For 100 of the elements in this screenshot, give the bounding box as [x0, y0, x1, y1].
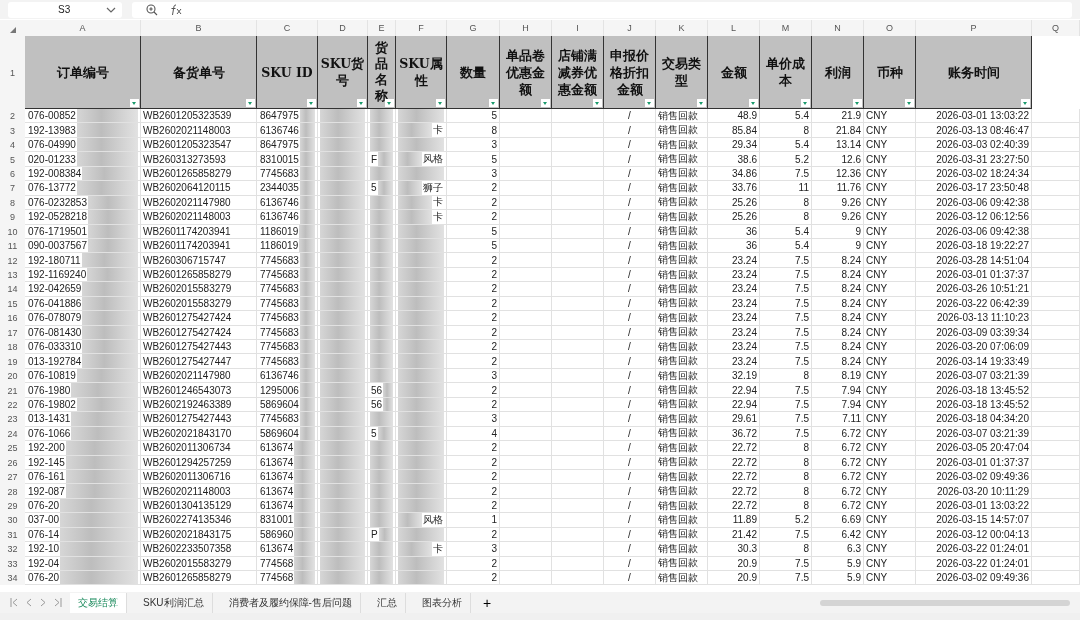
table-cell: 销售回款 — [658, 210, 698, 224]
blurred-area — [71, 383, 138, 397]
filter-button[interactable] — [130, 99, 139, 107]
add-sheet-button[interactable]: + — [478, 594, 496, 611]
first-sheet-icon[interactable] — [10, 598, 18, 608]
name-box[interactable]: S3 — [8, 1, 122, 18]
next-sheet-icon[interactable] — [40, 598, 46, 608]
row-number[interactable]: 28 — [0, 484, 25, 499]
table-cell: 613674 — [259, 500, 295, 512]
sheet-tab[interactable]: 交易结算 — [70, 592, 127, 613]
table-cell: 7745683 — [259, 167, 300, 179]
filter-button[interactable] — [697, 99, 706, 107]
table-cell: 2026-03-06 09:42:38 — [936, 225, 1029, 237]
row-number[interactable]: 5 — [0, 152, 25, 167]
filter-button[interactable] — [307, 99, 316, 107]
table-cell: 7.5 — [795, 254, 809, 266]
blurred-area — [370, 340, 393, 354]
row-number[interactable]: 18 — [0, 340, 25, 355]
table-cell: 5 — [491, 225, 497, 237]
table-cell: 2026-03-13 08:46:47 — [936, 124, 1029, 136]
blurred-area — [299, 109, 315, 123]
filter-button[interactable] — [246, 99, 255, 107]
table-cell: 销售回款 — [658, 123, 698, 137]
blurred-area — [320, 354, 365, 368]
filter-button[interactable] — [541, 99, 550, 107]
table-cell: CNY — [866, 326, 888, 338]
table-cell: 11 — [798, 182, 809, 194]
filter-button[interactable] — [436, 99, 445, 107]
blurred-area — [398, 354, 444, 368]
function-icon[interactable] — [170, 3, 184, 16]
sheet-tab[interactable]: SKU利润汇总 — [135, 592, 213, 613]
table-cell: 销售回款 — [658, 354, 698, 368]
row-number[interactable]: 30 — [0, 513, 25, 528]
row-number[interactable]: 19 — [0, 354, 25, 369]
table-cell: 56 — [370, 384, 384, 396]
table-cell: 销售回款 — [658, 397, 698, 412]
table-cell: 25.26 — [731, 211, 757, 223]
table-cell: 5 — [491, 240, 497, 252]
blurred-area — [299, 412, 315, 426]
row-number[interactable]: 34 — [0, 571, 25, 586]
table-cell: 销售回款 — [658, 137, 698, 152]
table-cell: CNY — [866, 297, 888, 309]
filter-button[interactable] — [489, 99, 498, 107]
table-cell: CNY — [866, 269, 888, 281]
previous-sheet-icon[interactable] — [26, 598, 32, 608]
table-cell: 2 — [491, 500, 497, 512]
table-cell: 25.26 — [731, 196, 757, 208]
table-cell: 076-1066 — [27, 427, 72, 439]
table-cell: 8 — [803, 485, 809, 497]
table-cell: 2 — [491, 312, 497, 324]
filter-button[interactable] — [357, 99, 366, 107]
horizontal-scrollbar[interactable] — [820, 599, 1070, 606]
row-number[interactable]: 3 — [0, 123, 25, 138]
table-cell: 6.72 — [841, 456, 861, 468]
last-sheet-icon[interactable] — [54, 598, 62, 608]
table-cell: WB2602011306716 — [143, 471, 231, 483]
zoom-icon[interactable] — [146, 3, 158, 16]
sheet-tab[interactable]: 图表分析 — [413, 592, 471, 613]
blurred-area — [320, 181, 365, 195]
table-cell: 22.94 — [731, 398, 757, 410]
filter-button[interactable] — [749, 99, 758, 107]
filter-button[interactable] — [645, 99, 654, 107]
row-number[interactable]: 14 — [0, 282, 25, 297]
table-cell: 2026-03-20 10:11:29 — [936, 485, 1029, 497]
table-cell: 23.24 — [731, 355, 757, 367]
table-cell: 076-078079 — [27, 312, 83, 324]
row-number[interactable]: 9 — [0, 210, 25, 225]
row-number[interactable]: 25 — [0, 441, 25, 456]
row-number[interactable]: 32 — [0, 542, 25, 557]
table-cell: 5.4 — [795, 139, 809, 151]
filter-button[interactable] — [905, 99, 914, 107]
table-cell: 5 — [370, 182, 378, 194]
row-number[interactable]: 21 — [0, 383, 25, 398]
table-cell: CNY — [866, 370, 888, 382]
row-number[interactable]: 12 — [0, 253, 25, 268]
filter-button[interactable] — [1021, 99, 1030, 107]
table-cell: 5.4 — [795, 240, 809, 252]
table-cell: 销售回款 — [658, 152, 698, 166]
sheet-tab[interactable]: 消费者及履约保障-售后问题 — [220, 592, 361, 613]
filter-button[interactable] — [853, 99, 862, 107]
sheet-tab[interactable]: 汇总 — [368, 592, 406, 613]
table-cell: CNY — [866, 456, 888, 468]
table-cell: 销售回款 — [658, 368, 698, 383]
row-number[interactable]: 16 — [0, 311, 25, 326]
table-cell: 销售回款 — [658, 383, 698, 397]
table-cell: 020-01233 — [27, 153, 77, 165]
table-cell: 2026-03-01 13:03:22 — [936, 500, 1029, 512]
filter-button[interactable] — [593, 99, 602, 107]
table-cell: 22.94 — [731, 384, 757, 396]
table-cell: 6.3 — [847, 543, 861, 555]
row-number[interactable]: 23 — [0, 412, 25, 427]
row-number[interactable]: 2 — [0, 109, 25, 124]
table-cell: 090-0037567 — [27, 240, 88, 252]
table-cell: CNY — [866, 254, 888, 266]
column-letter[interactable]: Q — [1032, 20, 1080, 36]
select-all-icon[interactable] — [9, 27, 16, 33]
row-number[interactable]: 7 — [0, 181, 25, 196]
row-number[interactable]: 1 — [0, 36, 25, 109]
table-cell: 2026-03-05 20:47:04 — [936, 442, 1029, 454]
filter-button[interactable] — [801, 99, 810, 107]
